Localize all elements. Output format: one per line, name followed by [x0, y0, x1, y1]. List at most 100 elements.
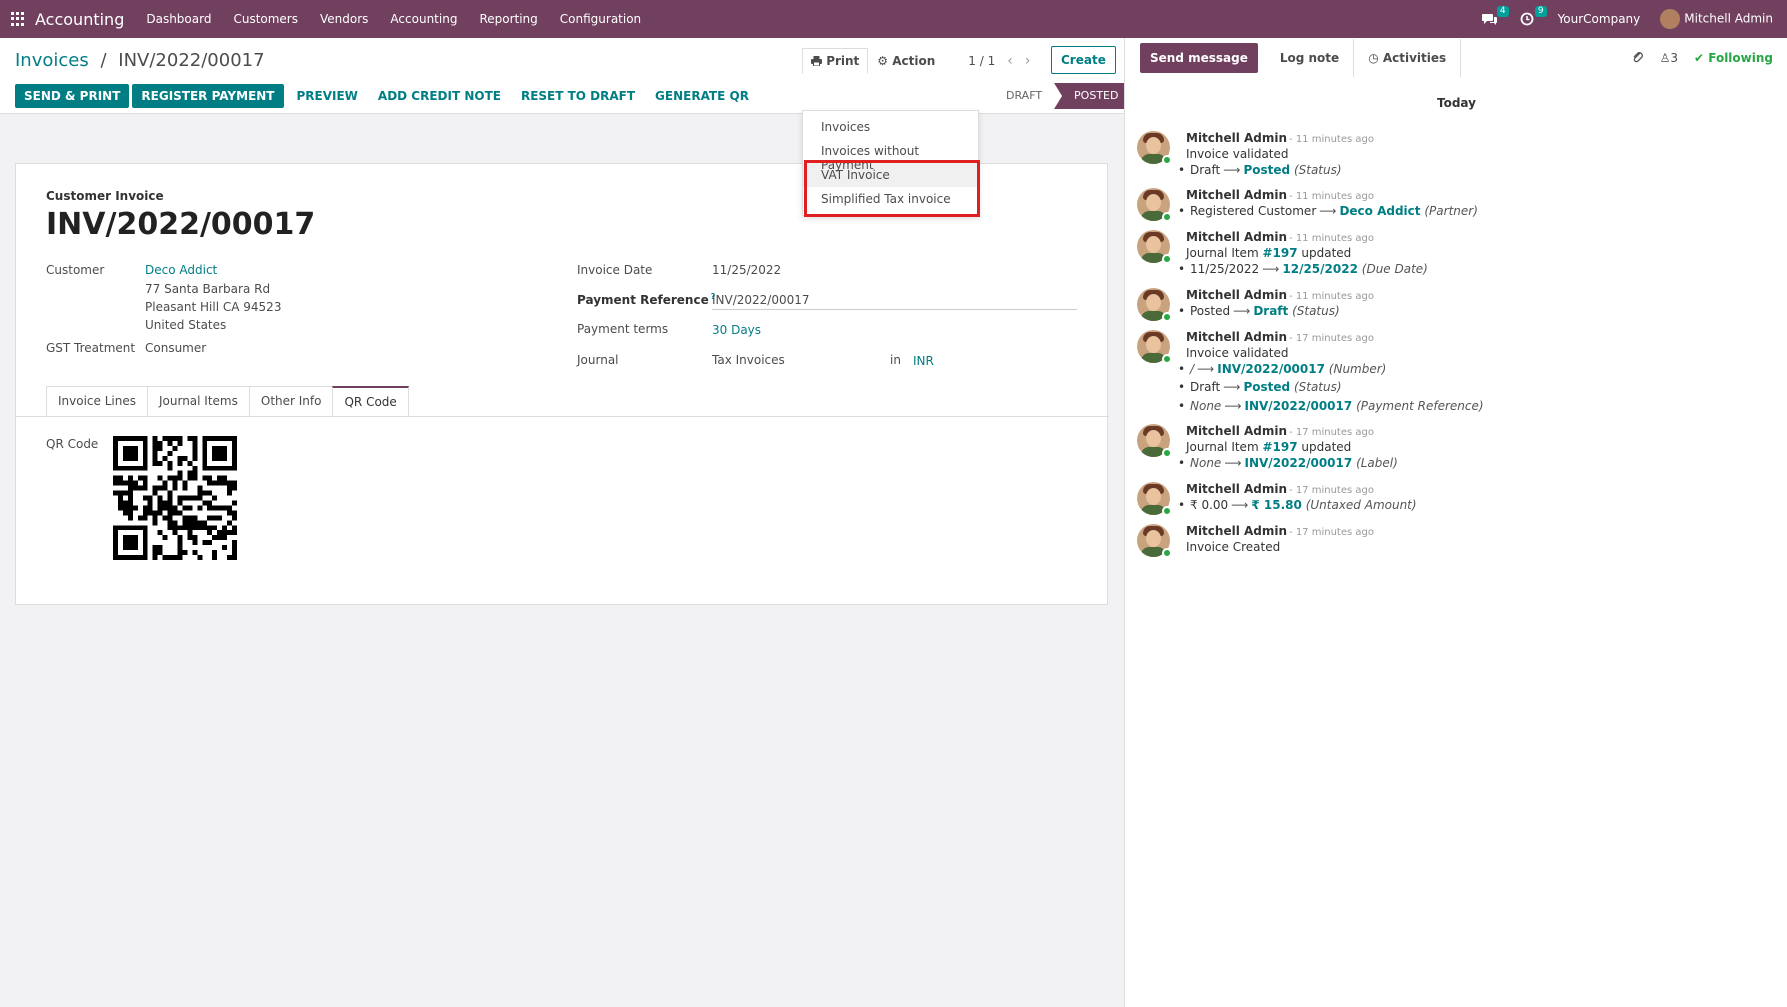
tracking-value: ₹ 0.00⟶₹ 15.80 (Untaxed Amount) [1178, 498, 1417, 512]
online-status-icon [1162, 354, 1172, 364]
online-status-icon [1162, 254, 1172, 264]
menu-dashboard[interactable]: Dashboard [146, 12, 211, 26]
invoice-date-label: Invoice Date [577, 263, 653, 277]
breadcrumb-invoices[interactable]: Invoices [15, 50, 89, 71]
payment-reference-input[interactable]: INV/2022/00017 [712, 293, 1077, 310]
message-author[interactable]: Mitchell Admin - 17 minutes ago [1186, 524, 1374, 538]
chevron-left-icon[interactable]: ‹ [1007, 53, 1013, 69]
app-name[interactable]: Accounting [35, 10, 124, 29]
gear-icon: ⚙ [877, 54, 889, 68]
company-switcher[interactable]: YourCompany [1558, 12, 1641, 26]
user-icon: ♙ [1659, 51, 1671, 65]
invoice-number: INV/2022/00017 [46, 207, 316, 242]
user-menu[interactable]: Mitchell Admin [1660, 9, 1773, 29]
tab-invoice-lines[interactable]: Invoice Lines [46, 386, 148, 416]
gst-treatment-value[interactable]: Consumer [145, 341, 206, 355]
tracking-value: Registered Customer⟶Deco Addict (Partner… [1178, 204, 1478, 218]
breadcrumb-current: INV/2022/00017 [118, 50, 265, 71]
following-button[interactable]: ✔ Following [1694, 51, 1773, 65]
journal-label: Journal [577, 353, 619, 367]
status-draft[interactable]: DRAFT [990, 83, 1055, 109]
message-author[interactable]: Mitchell Admin - 11 minutes ago [1186, 230, 1374, 244]
followers-button[interactable]: ♙3 [1660, 51, 1678, 65]
message-time: - 17 minutes ago [1289, 485, 1374, 496]
activities-clock-icon[interactable]: 9 [1520, 6, 1547, 26]
create-button[interactable]: Create [1051, 46, 1116, 74]
generate-qr-button[interactable]: GENERATE QR [645, 84, 759, 108]
message-time: - 17 minutes ago [1289, 427, 1374, 438]
customer-label: Customer [46, 263, 105, 277]
tracking-value: None⟶INV/2022/00017 (Payment Reference) [1178, 399, 1484, 413]
journal-in-label: in [890, 353, 901, 367]
menu-customers[interactable]: Customers [233, 12, 298, 26]
tracking-value: Posted⟶Draft (Status) [1178, 304, 1340, 318]
message-time: - 11 minutes ago [1289, 191, 1374, 202]
activities-badge: 9 [1534, 6, 1547, 17]
customer-link[interactable]: Deco Addict [145, 263, 217, 277]
tracking-value: None⟶INV/2022/00017 (Label) [1178, 456, 1398, 470]
message-author[interactable]: Mitchell Admin - 17 minutes ago [1186, 482, 1374, 496]
message-time: - 17 minutes ago [1289, 527, 1374, 538]
tabs-divider [16, 416, 1109, 417]
menu-configuration[interactable]: Configuration [560, 12, 641, 26]
send-print-button[interactable]: SEND & PRINT [15, 84, 130, 108]
message-author[interactable]: Mitchell Admin - 17 minutes ago [1186, 424, 1374, 438]
currency-link[interactable]: INR [913, 354, 934, 368]
chatter-topbar: Send message Log note ◷ Activities ♙3 ✔ … [1125, 38, 1787, 78]
online-status-icon [1162, 155, 1172, 165]
message-body: Invoice validated [1186, 147, 1289, 161]
message-author[interactable]: Mitchell Admin - 11 minutes ago [1186, 131, 1374, 145]
print-dropdown-button[interactable]: Print [802, 48, 869, 74]
check-icon: ✔ [1694, 51, 1709, 65]
print-menu-invoices[interactable]: Invoices [803, 115, 978, 139]
action-dropdown-button[interactable]: ⚙ Action [868, 48, 944, 74]
arrow-right-icon: ⟶ [1223, 163, 1241, 177]
user-name: Mitchell Admin [1684, 11, 1773, 26]
send-message-button[interactable]: Send message [1140, 43, 1258, 73]
add-credit-note-button[interactable]: ADD CREDIT NOTE [368, 84, 511, 108]
qr-code-label: QR Code [46, 437, 99, 451]
message-time: - 11 minutes ago [1289, 291, 1374, 302]
activities-button[interactable]: ◷ Activities [1354, 43, 1460, 73]
qr-code-image [113, 436, 237, 560]
menu-accounting[interactable]: Accounting [390, 12, 457, 26]
reset-to-draft-button[interactable]: RESET TO DRAFT [511, 84, 645, 108]
tracking-value: 11/25/2022⟶12/25/2022 (Due Date) [1178, 262, 1428, 276]
message-author[interactable]: Mitchell Admin - 11 minutes ago [1186, 288, 1374, 302]
message-time: - 17 minutes ago [1289, 333, 1374, 344]
invoice-sheet: Customer Invoice INV/2022/00017 Customer… [15, 163, 1109, 605]
preview-button[interactable]: PREVIEW [287, 84, 368, 108]
tracking-value: Draft⟶Posted (Status) [1178, 163, 1342, 177]
log-note-button[interactable]: Log note [1266, 43, 1353, 73]
pager-value[interactable]: 1 / 1 [968, 54, 995, 68]
control-panel: Invoices / INV/2022/00017 Print ⚙ Action… [0, 38, 1131, 114]
menu-reporting[interactable]: Reporting [479, 12, 537, 26]
print-icon [811, 56, 822, 67]
payment-terms-link[interactable]: 30 Days [712, 323, 761, 337]
journal-value[interactable]: Tax Invoices [712, 353, 785, 367]
tracking-value: /⟶INV/2022/00017 (Number) [1178, 362, 1386, 376]
message-body: Invoice validated [1186, 346, 1289, 360]
status-posted[interactable]: POSTED [1054, 83, 1131, 109]
arrow-right-icon: ⟶ [1231, 498, 1249, 512]
date-separator: Today [1437, 96, 1476, 110]
highlight-box [804, 160, 980, 217]
message-author[interactable]: Mitchell Admin - 11 minutes ago [1186, 188, 1374, 202]
arrow-right-icon: ⟶ [1224, 456, 1242, 470]
arrow-right-icon: ⟶ [1224, 399, 1242, 413]
invoice-date-value[interactable]: 11/25/2022 [712, 263, 781, 277]
chevron-right-icon[interactable]: › [1025, 53, 1031, 69]
tab-other-info[interactable]: Other Info [248, 386, 334, 416]
menu-vendors[interactable]: Vendors [320, 12, 368, 26]
user-avatar [1660, 9, 1681, 29]
tab-journal-items[interactable]: Journal Items [146, 386, 250, 416]
message-author[interactable]: Mitchell Admin - 17 minutes ago [1186, 330, 1374, 344]
app-menu-icon[interactable] [11, 12, 25, 26]
online-status-icon [1162, 448, 1172, 458]
messages-icon[interactable]: 4 [1481, 6, 1509, 26]
arrow-right-icon: ⟶ [1319, 204, 1337, 218]
paperclip-icon[interactable] [1632, 50, 1644, 67]
form-buttons: SEND & PRINT REGISTER PAYMENT PREVIEW AD… [15, 84, 759, 108]
tab-qr-code[interactable]: QR Code [332, 386, 409, 416]
register-payment-button[interactable]: REGISTER PAYMENT [132, 84, 284, 108]
